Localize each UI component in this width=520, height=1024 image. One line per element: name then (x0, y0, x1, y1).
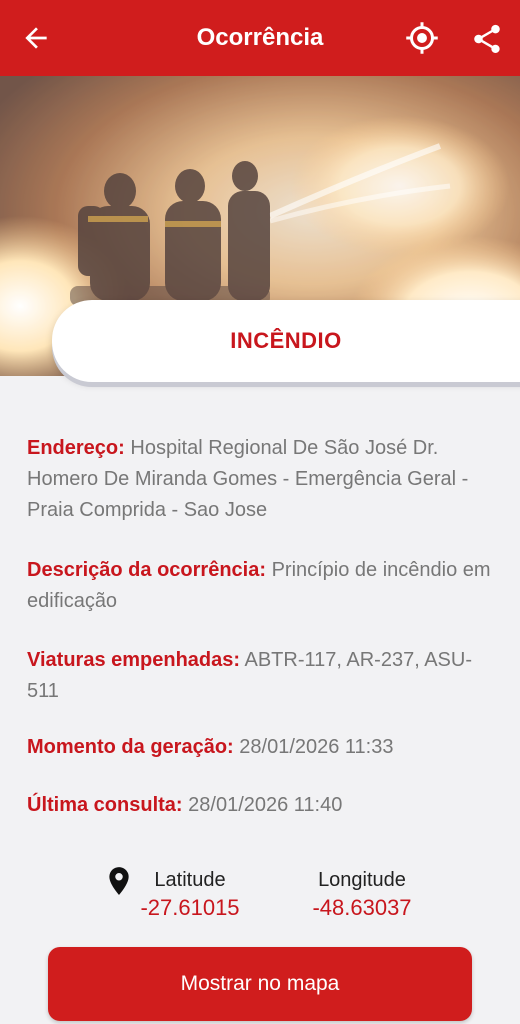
arrow-back-icon[interactable] (20, 22, 52, 54)
page-title: Ocorrência (196, 24, 324, 51)
latitude-label: Latitude (154, 869, 226, 891)
generated-at-row: Momento da geração: 28/01/2026 11:33 (27, 732, 497, 763)
longitude-value: -48.63037 (312, 895, 412, 920)
show-map-button[interactable]: Mostrar no mapa (48, 947, 472, 1021)
latitude: Latitude -27.61015 (120, 866, 260, 922)
coordinates: Latitude -27.61015 Longitude -48.63037 (0, 862, 520, 922)
generated-at-value: 28/01/2026 11:33 (239, 736, 394, 758)
app-bar: Ocorrência (0, 0, 520, 76)
generated-at-label: Momento da geração: (27, 736, 234, 758)
incident-type-card: INCÊNDIO (52, 300, 520, 382)
last-query-row: Última consulta: 28/01/2026 11:40 (27, 790, 497, 821)
address-row: Endereço: Hospital Regional De São José … (27, 433, 497, 526)
share-icon[interactable] (470, 22, 504, 56)
address-label: Endereço: (27, 437, 125, 459)
gps-target-icon[interactable] (404, 20, 440, 56)
longitude: Longitude -48.63037 (292, 866, 432, 922)
incident-type: INCÊNDIO (230, 328, 342, 353)
description-label: Descrição da ocorrência: (27, 559, 266, 581)
last-query-value: 28/01/2026 11:40 (188, 794, 343, 816)
last-query-label: Última consulta: (27, 794, 183, 816)
vehicles-row: Viaturas empenhadas: ABTR-117, AR-237, A… (27, 645, 497, 707)
longitude-label: Longitude (318, 869, 406, 891)
latitude-value: -27.61015 (140, 895, 240, 920)
vehicles-label: Viaturas empenhadas: (27, 649, 241, 671)
description-row: Descrição da ocorrência: Princípio de in… (27, 555, 497, 617)
